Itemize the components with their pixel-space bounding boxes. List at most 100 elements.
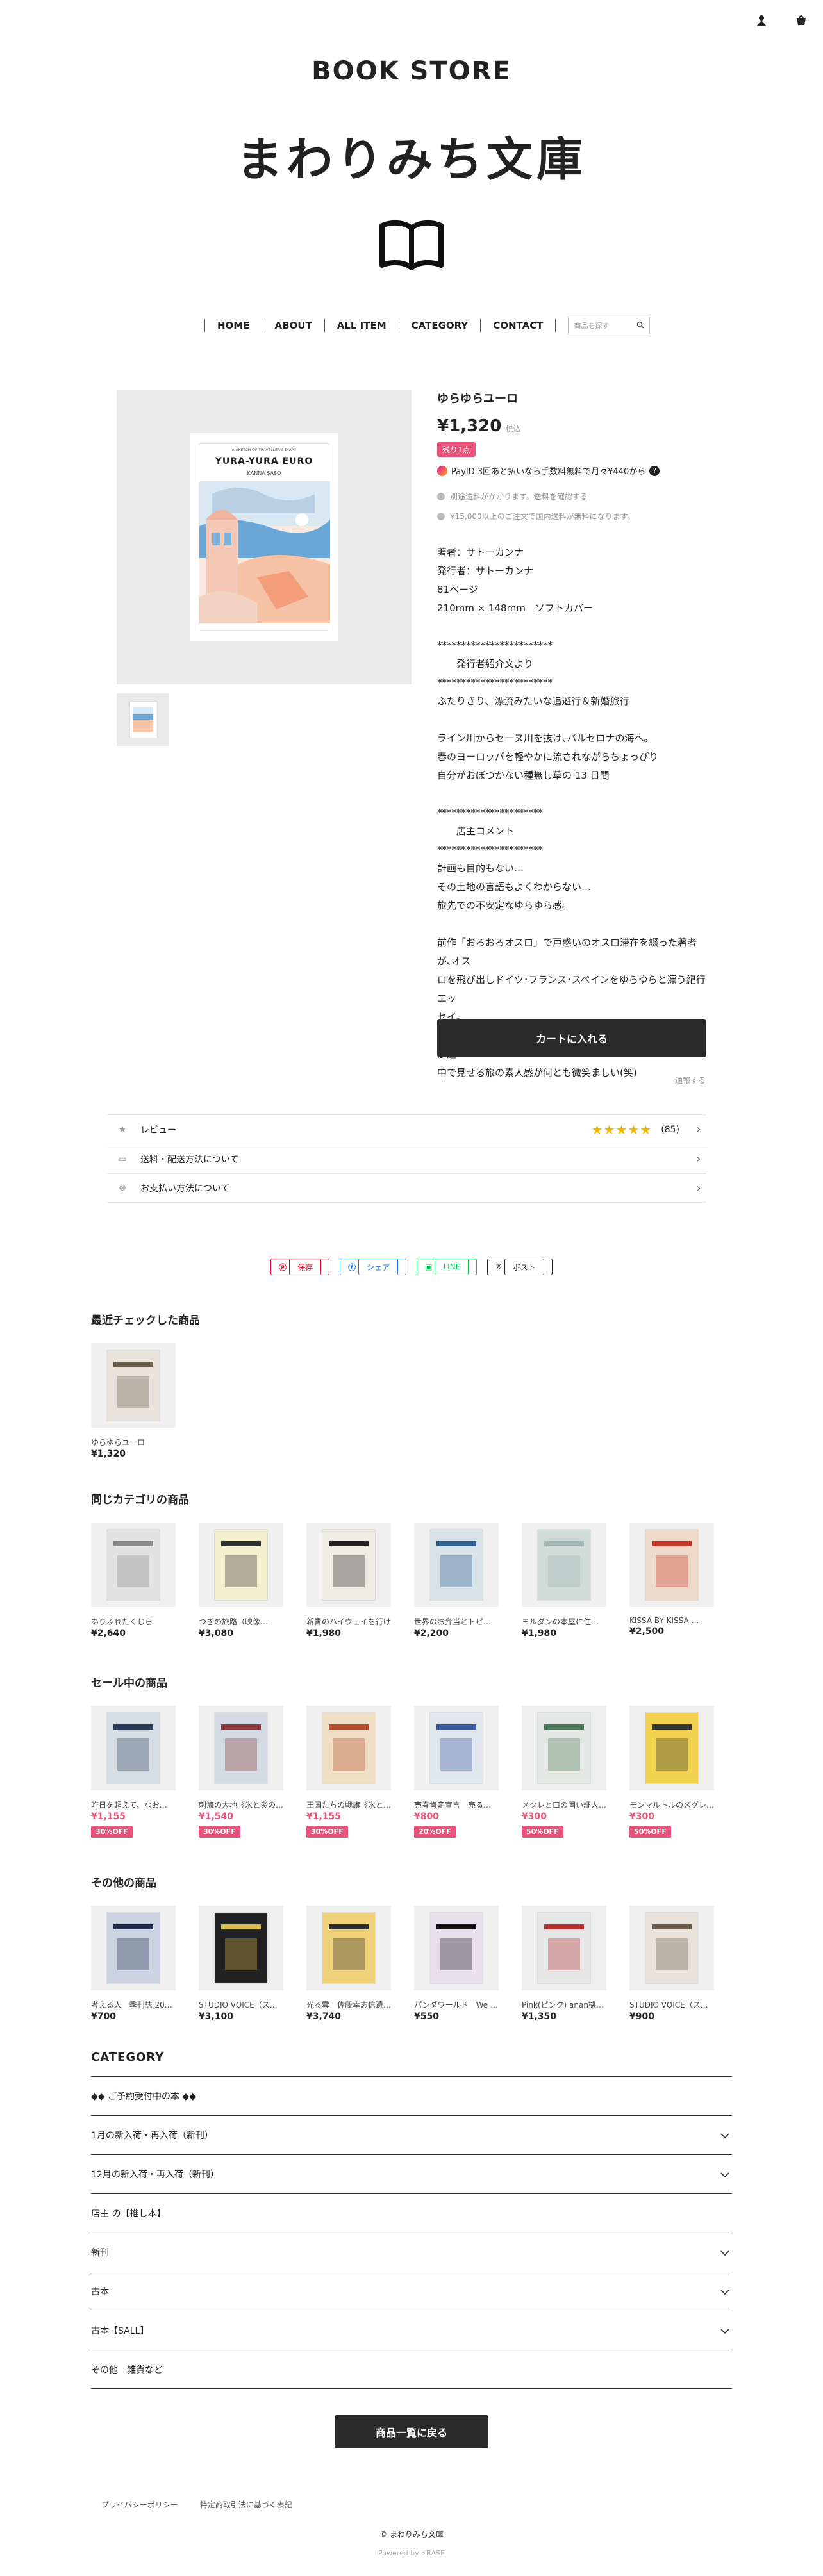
category-label[interactable]: 古本【SALL】 — [91, 2324, 149, 2337]
product-tile[interactable]: ありふれたくじら ¥2,640 — [91, 1523, 176, 1639]
product-tile-name[interactable]: 王国たちの戦旗《氷と… — [306, 1799, 391, 1810]
product-main-image[interactable]: A SKETCH OF TRAVELLER'S DIARY YURA-YURA … — [117, 390, 412, 684]
product-tile-image[interactable] — [91, 1706, 176, 1790]
cart-icon[interactable] — [795, 14, 808, 29]
product-tile-name[interactable]: STUDIO VOICE（ス… — [199, 1999, 283, 2010]
product-tile-name[interactable]: つぎの旅路（映像… — [199, 1616, 283, 1627]
category-item[interactable]: その他 雑貨など — [91, 2350, 732, 2389]
product-tile-name[interactable]: 昨日を超えて、なお… — [91, 1799, 176, 1810]
category-label[interactable]: 12月の新入荷・再入荷（新刊） — [91, 2168, 219, 2181]
product-tile-name[interactable]: ありふれたくじら — [91, 1616, 176, 1627]
product-tile[interactable]: KISSA BY KISSA … ¥2,500 — [629, 1523, 714, 1639]
nav-about[interactable]: ABOUT — [274, 320, 312, 331]
product-tile-image[interactable] — [414, 1706, 499, 1790]
category-label[interactable]: 新刊 — [91, 2246, 109, 2259]
category-item[interactable]: 新刊 — [91, 2233, 732, 2272]
product-tile-name[interactable]: 刺海の大地《氷と炎の… — [199, 1799, 283, 1810]
nav-contact[interactable]: CONTACT — [493, 320, 543, 331]
product-tile-image[interactable] — [91, 1523, 176, 1607]
product-tile-name[interactable]: パンダワールド We … — [414, 1999, 499, 2010]
product-tile[interactable]: STUDIO VOICE（ス… ¥3,100 — [199, 1906, 283, 2022]
product-tile[interactable]: Pink(ピンク) anan機… ¥1,350 — [522, 1906, 606, 2022]
product-tile[interactable]: パンダワールド We … ¥550 — [414, 1906, 499, 2022]
search-input[interactable]: 商品を探す — [568, 317, 651, 334]
category-item[interactable]: 古本 — [91, 2272, 732, 2311]
shipping-note-text[interactable]: 別途送料がかかります。送料を確認する — [450, 491, 588, 502]
product-tile-image[interactable] — [629, 1706, 714, 1790]
payment-row[interactable]: ⊗ お支払い方法について › — [107, 1173, 706, 1203]
product-tile-image[interactable] — [91, 1343, 176, 1428]
product-tile[interactable]: STUDIO VOICE（ス… ¥900 — [629, 1906, 714, 2022]
product-tile-image[interactable] — [414, 1523, 499, 1607]
product-tile[interactable]: 昨日を超えて、なお… ¥1,155 30%OFF — [91, 1706, 176, 1838]
search-icon[interactable] — [636, 321, 644, 331]
nav-all-item[interactable]: ALL ITEM — [337, 320, 387, 331]
line-share-button[interactable]: ▣ LINE — [417, 1259, 478, 1275]
facebook-share-button[interactable]: ⓕ シェア — [340, 1259, 407, 1275]
product-thumbnail[interactable] — [117, 693, 169, 746]
chevron-down-icon[interactable] — [720, 2247, 732, 2259]
product-tile-image[interactable] — [522, 1523, 606, 1607]
product-tile-image[interactable] — [199, 1906, 283, 1990]
brand-title-jp[interactable]: まわりみち文庫 — [0, 122, 823, 189]
product-tile[interactable]: つぎの旅路（映像… ¥3,080 — [199, 1523, 283, 1639]
product-tile-name[interactable]: ヨルダンの本屋に住… — [522, 1616, 606, 1627]
product-tile-name[interactable]: STUDIO VOICE（ス… — [629, 1999, 714, 2010]
chevron-down-icon[interactable] — [720, 2325, 732, 2337]
product-tile-name[interactable]: モンマルトルのメグレ… — [629, 1799, 714, 1810]
product-tile[interactable]: 世界のお弁当とトピ… ¥2,200 — [414, 1523, 499, 1639]
nav-category[interactable]: CATEGORY — [412, 320, 469, 331]
review-row[interactable]: ★ レビュー ★★★★★ (85) › — [107, 1114, 706, 1144]
product-tile-image[interactable] — [629, 1906, 714, 1990]
category-label[interactable]: ◆◆ ご予約受付中の本 ◆◆ — [91, 2090, 196, 2102]
category-item[interactable]: ◆◆ ご予約受付中の本 ◆◆ — [91, 2076, 732, 2115]
product-tile-image[interactable] — [199, 1706, 283, 1790]
product-tile[interactable]: 売春肯定宣言 売る… ¥800 20%OFF — [414, 1706, 499, 1838]
product-tile-name[interactable]: メクレと口の固い証人… — [522, 1799, 606, 1810]
category-label[interactable]: 古本 — [91, 2285, 109, 2298]
product-tile-image[interactable] — [306, 1906, 391, 1990]
category-label[interactable]: 店主 の【推し本】 — [91, 2207, 165, 2220]
product-tile-name[interactable]: 世界のお弁当とトピ… — [414, 1616, 499, 1627]
product-tile-name[interactable]: 考える人 季刊誌 20… — [91, 1999, 176, 2010]
category-item[interactable]: 1月の新入荷・再入荷（新刊） — [91, 2115, 732, 2154]
product-tile[interactable]: ゆらゆらユーロ ¥1,320 — [91, 1343, 176, 1459]
nav-home[interactable]: HOME — [217, 320, 249, 331]
paidy-banner[interactable]: PayID 3回あと払いなら手数料無料で月々¥440から ? — [437, 465, 706, 477]
category-label[interactable]: 1月の新入荷・再入荷（新刊） — [91, 2129, 213, 2142]
product-tile-image[interactable] — [522, 1706, 606, 1790]
product-tile-name[interactable]: 光る雲 佐藤幸志信遺… — [306, 1999, 391, 2010]
category-label[interactable]: その他 雑貨など — [91, 2363, 163, 2376]
user-icon[interactable] — [755, 14, 768, 29]
category-item[interactable]: 古本【SALL】 — [91, 2311, 732, 2350]
product-tile-name[interactable]: 売春肯定宣言 売る… — [414, 1799, 499, 1810]
report-link[interactable]: 通報する — [675, 1075, 706, 1086]
product-tile-image[interactable] — [199, 1523, 283, 1607]
product-tile-image[interactable] — [522, 1906, 606, 1990]
product-tile-image[interactable] — [629, 1523, 714, 1607]
back-to-list-button[interactable]: 商品一覧に戻る — [335, 2415, 488, 2448]
legal-notice-link[interactable]: 特定商取引法に基づく表記 — [200, 2499, 292, 2510]
category-item[interactable]: 12月の新入荷・再入荷（新刊） — [91, 2154, 732, 2193]
product-tile-image[interactable] — [306, 1523, 391, 1607]
product-tile-image[interactable] — [306, 1706, 391, 1790]
brand-title[interactable]: BOOK STORE — [0, 56, 823, 86]
privacy-policy-link[interactable]: プライバシーポリシー — [101, 2499, 178, 2510]
chevron-down-icon[interactable] — [720, 2129, 732, 2142]
powered-by[interactable]: Powered by ⚡BASE — [0, 2549, 823, 2557]
add-to-cart-button[interactable]: カートに入れる — [437, 1019, 706, 1057]
product-tile[interactable]: 刺海の大地《氷と炎の… ¥1,540 30%OFF — [199, 1706, 283, 1838]
product-tile-name[interactable]: ゆらゆらユーロ — [91, 1437, 176, 1448]
product-tile[interactable]: モンマルトルのメグレ… ¥300 50%OFF — [629, 1706, 714, 1838]
product-tile[interactable]: 新青のハイウェイを行け ¥1,980 — [306, 1523, 391, 1639]
product-tile-image[interactable] — [414, 1906, 499, 1990]
help-icon[interactable]: ? — [649, 465, 660, 476]
pinterest-save-button[interactable]: ⓟ 保存 — [270, 1259, 330, 1275]
product-tile[interactable]: 光る雲 佐藤幸志信遺… ¥3,740 — [306, 1906, 391, 2022]
category-item[interactable]: 店主 の【推し本】 — [91, 2193, 732, 2233]
product-tile[interactable]: 考える人 季刊誌 20… ¥700 — [91, 1906, 176, 2022]
chevron-down-icon[interactable] — [720, 2286, 732, 2298]
product-tile[interactable]: 王国たちの戦旗《氷と… ¥1,155 30%OFF — [306, 1706, 391, 1838]
product-tile-name[interactable]: KISSA BY KISSA … — [629, 1616, 714, 1625]
product-tile-image[interactable] — [91, 1906, 176, 1990]
